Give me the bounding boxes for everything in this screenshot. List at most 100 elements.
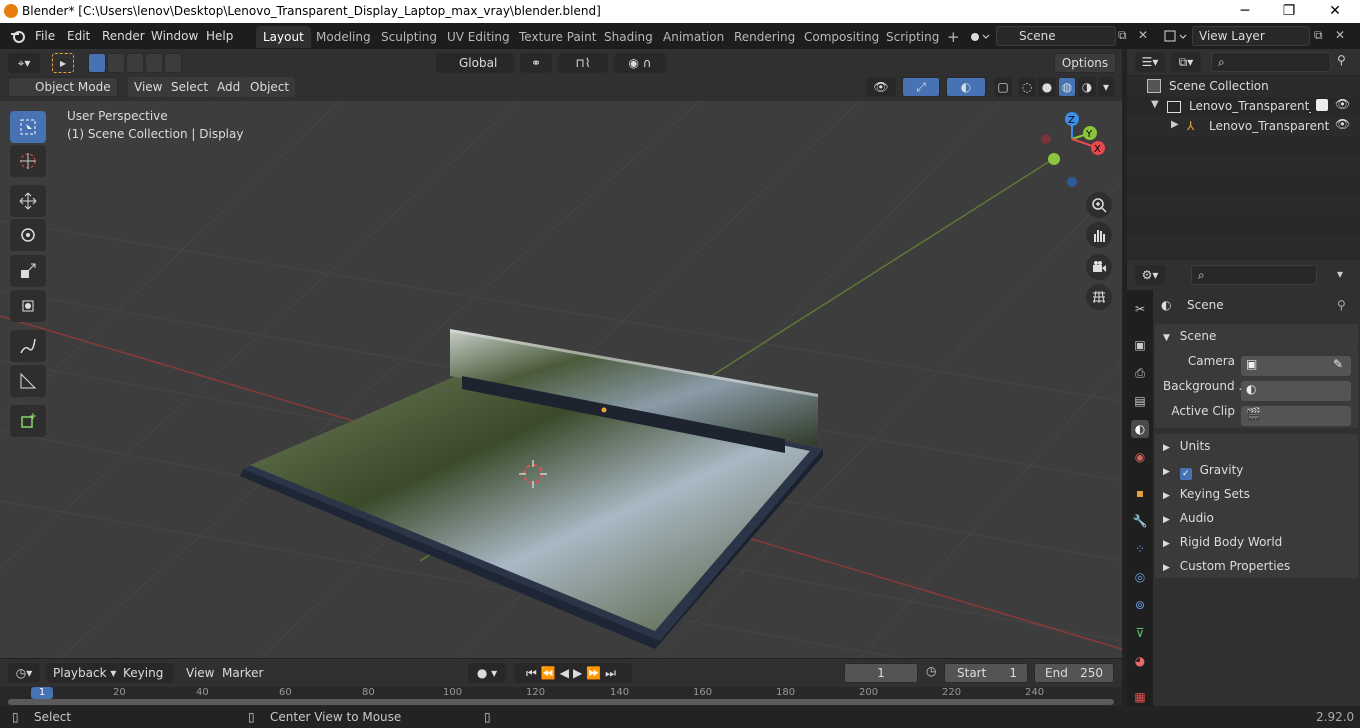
keying-sets-panel[interactable]: ▶ Keying Sets — [1155, 482, 1358, 506]
timeline-editor-type-icon[interactable]: ◷▾ — [8, 663, 40, 683]
scene-tab-icon[interactable]: ◐ — [1131, 420, 1149, 438]
minimize-button[interactable]: ─ — [1222, 0, 1268, 23]
snap-icon[interactable]: ⊓⌇ — [558, 53, 608, 73]
tool-tab-icon[interactable]: ✂ — [1131, 300, 1149, 318]
measure-tool-icon[interactable] — [10, 365, 46, 397]
playback-controls[interactable]: ⏮⏪◀▶⏩⏭ — [514, 663, 632, 683]
playback-menu[interactable]: Playback ▾ — [46, 663, 118, 683]
3d-viewport[interactable]: User Perspective (1) Scene Collection | … — [0, 101, 1122, 658]
auto-keying-icon[interactable]: ● ▾ — [468, 663, 506, 683]
tab-sculpting[interactable]: Sculpting — [374, 26, 444, 48]
filter-icon[interactable]: ⚲ — [1337, 53, 1346, 67]
select-box-tool-icon[interactable] — [10, 111, 46, 143]
background-field[interactable]: ◐ — [1241, 381, 1351, 401]
current-frame-field[interactable]: 1 — [844, 663, 918, 683]
select-mode-invert-icon[interactable] — [145, 53, 163, 73]
zoom-icon[interactable] — [1086, 192, 1112, 218]
view-layer-icon[interactable] — [1163, 28, 1189, 44]
timeline-ruler[interactable]: 1 20 40 60 80 100 120 140 160 180 200 22… — [0, 687, 1122, 707]
outliner-editor-type-icon[interactable]: ☰▾ — [1135, 52, 1165, 72]
timeline-view-menu[interactable]: View — [180, 663, 220, 683]
solid-shading-icon[interactable]: ● — [1038, 77, 1056, 97]
scene-panel-header[interactable]: ▼ Scene — [1155, 324, 1358, 348]
outliner-object-item[interactable]: Lenovo_Transparent_ — [1209, 119, 1329, 133]
menu-file[interactable]: File — [30, 27, 60, 45]
remove-view-layer-icon[interactable]: ✕ — [1335, 28, 1345, 42]
scene-selector[interactable]: Scene — [996, 26, 1116, 46]
scene-icon[interactable] — [968, 28, 990, 44]
stopwatch-icon[interactable]: ◷ — [926, 664, 936, 678]
select-tool-icon[interactable]: ▸ — [52, 53, 74, 73]
editor-type-button[interactable]: ⌖▾ — [8, 53, 40, 73]
add-workspace-button[interactable]: + — [940, 26, 967, 48]
expand-collection-icon[interactable]: ▼ — [1151, 99, 1159, 110]
menu-render[interactable]: Render — [97, 27, 150, 45]
navigation-gizmo[interactable]: Z Y X — [1036, 109, 1116, 189]
tab-animation[interactable]: Animation — [656, 26, 731, 48]
tab-layout[interactable]: Layout — [256, 26, 311, 48]
gravity-checkbox[interactable]: ✓ — [1179, 468, 1192, 480]
eyedropper-icon[interactable]: ✎ — [1333, 357, 1343, 371]
collection-checkbox[interactable] — [1316, 99, 1328, 111]
custom-properties-panel[interactable]: ▶ Custom Properties — [1155, 554, 1358, 578]
pan-hand-icon[interactable] — [1086, 222, 1112, 248]
outliner-collection-item[interactable]: Lenovo_Transparent_Disp — [1189, 99, 1311, 113]
camera-field[interactable]: ▣ ✎ — [1241, 356, 1351, 376]
pin-icon[interactable]: ⚲ — [1337, 298, 1346, 312]
menu-edit[interactable]: Edit — [62, 27, 95, 45]
cursor-tool-icon[interactable] — [10, 145, 46, 177]
blender-menu-icon[interactable] — [10, 28, 26, 44]
tab-scripting[interactable]: Scripting — [879, 26, 946, 48]
rotate-tool-icon[interactable] — [10, 219, 46, 251]
marker-menu[interactable]: Marker — [216, 663, 269, 683]
menu-window[interactable]: Window — [146, 27, 203, 45]
select-mode-subtract-icon[interactable] — [126, 53, 144, 73]
data-tab-icon[interactable]: ⊽ — [1131, 624, 1149, 642]
object-menu[interactable]: Object — [244, 77, 296, 97]
units-panel[interactable]: ▶ Units — [1155, 434, 1358, 458]
rigid-body-world-panel[interactable]: ▶ Rigid Body World — [1155, 530, 1358, 554]
annotate-tool-icon[interactable] — [10, 330, 46, 362]
view-menu[interactable]: View — [128, 77, 169, 97]
object-tab-icon[interactable]: ▪ — [1131, 484, 1149, 502]
pivot-point-icon[interactable]: ⚭ — [520, 53, 552, 73]
properties-search-input[interactable]: ⌕ — [1191, 265, 1317, 285]
output-tab-icon[interactable]: ⎙ — [1131, 364, 1149, 382]
timeline-scrollbar[interactable] — [8, 699, 1114, 705]
active-clip-field[interactable]: 🎬 — [1241, 406, 1351, 426]
outliner-scene-collection[interactable]: Scene Collection — [1169, 79, 1269, 93]
select-mode-intersect-icon[interactable] — [164, 53, 182, 73]
material-shading-icon[interactable]: ◍ — [1058, 77, 1076, 97]
view-layer-selector[interactable]: View Layer — [1192, 26, 1310, 46]
render-tab-icon[interactable]: ▣ — [1131, 336, 1149, 354]
outliner-display-mode-icon[interactable]: ⧉▾ — [1171, 52, 1201, 72]
constraints-tab-icon[interactable]: ⊚ — [1131, 596, 1149, 614]
select-mode-extend-icon[interactable] — [107, 53, 125, 73]
eye-visibility-icon[interactable]: 👁 — [1335, 97, 1350, 111]
tab-compositing[interactable]: Compositing — [797, 26, 886, 48]
add-menu[interactable]: Add — [211, 77, 247, 97]
outliner-search-input[interactable]: ⌕ — [1211, 52, 1331, 72]
transform-orientation-dropdown[interactable]: Global — [436, 53, 514, 73]
gizmo-toggle-icon[interactable]: ⤢ — [902, 77, 940, 97]
end-frame-field[interactable]: End 250 — [1034, 663, 1114, 683]
xray-toggle-icon[interactable]: ▢ — [994, 77, 1012, 97]
tab-rendering[interactable]: Rendering — [727, 26, 802, 48]
wireframe-shading-icon[interactable]: ◌ — [1018, 77, 1036, 97]
overlay-toggle-icon[interactable]: ◐ — [946, 77, 986, 97]
physics-tab-icon[interactable]: ◎ — [1131, 568, 1149, 586]
scale-tool-icon[interactable] — [10, 255, 46, 287]
remove-scene-icon[interactable]: ✕ — [1138, 28, 1148, 42]
expand-object-icon[interactable]: ▶ — [1171, 119, 1179, 130]
object-eye-visibility-icon[interactable]: 👁 — [1335, 117, 1350, 131]
add-cube-tool-icon[interactable] — [10, 405, 46, 437]
copy-view-layer-icon[interactable]: ⧉ — [1314, 28, 1323, 43]
close-button[interactable]: ✕ — [1312, 0, 1358, 23]
copy-scene-icon[interactable]: ⧉ — [1118, 28, 1127, 43]
material-tab-icon[interactable]: ◕ — [1131, 652, 1149, 670]
particles-tab-icon[interactable]: ⁘ — [1131, 540, 1149, 558]
keying-menu[interactable]: Keying ▾ — [118, 663, 174, 698]
select-mode-new-icon[interactable] — [88, 53, 106, 73]
tab-texture-paint[interactable]: Texture Paint — [512, 26, 603, 48]
shading-options-icon[interactable]: ▾ — [1098, 77, 1114, 97]
